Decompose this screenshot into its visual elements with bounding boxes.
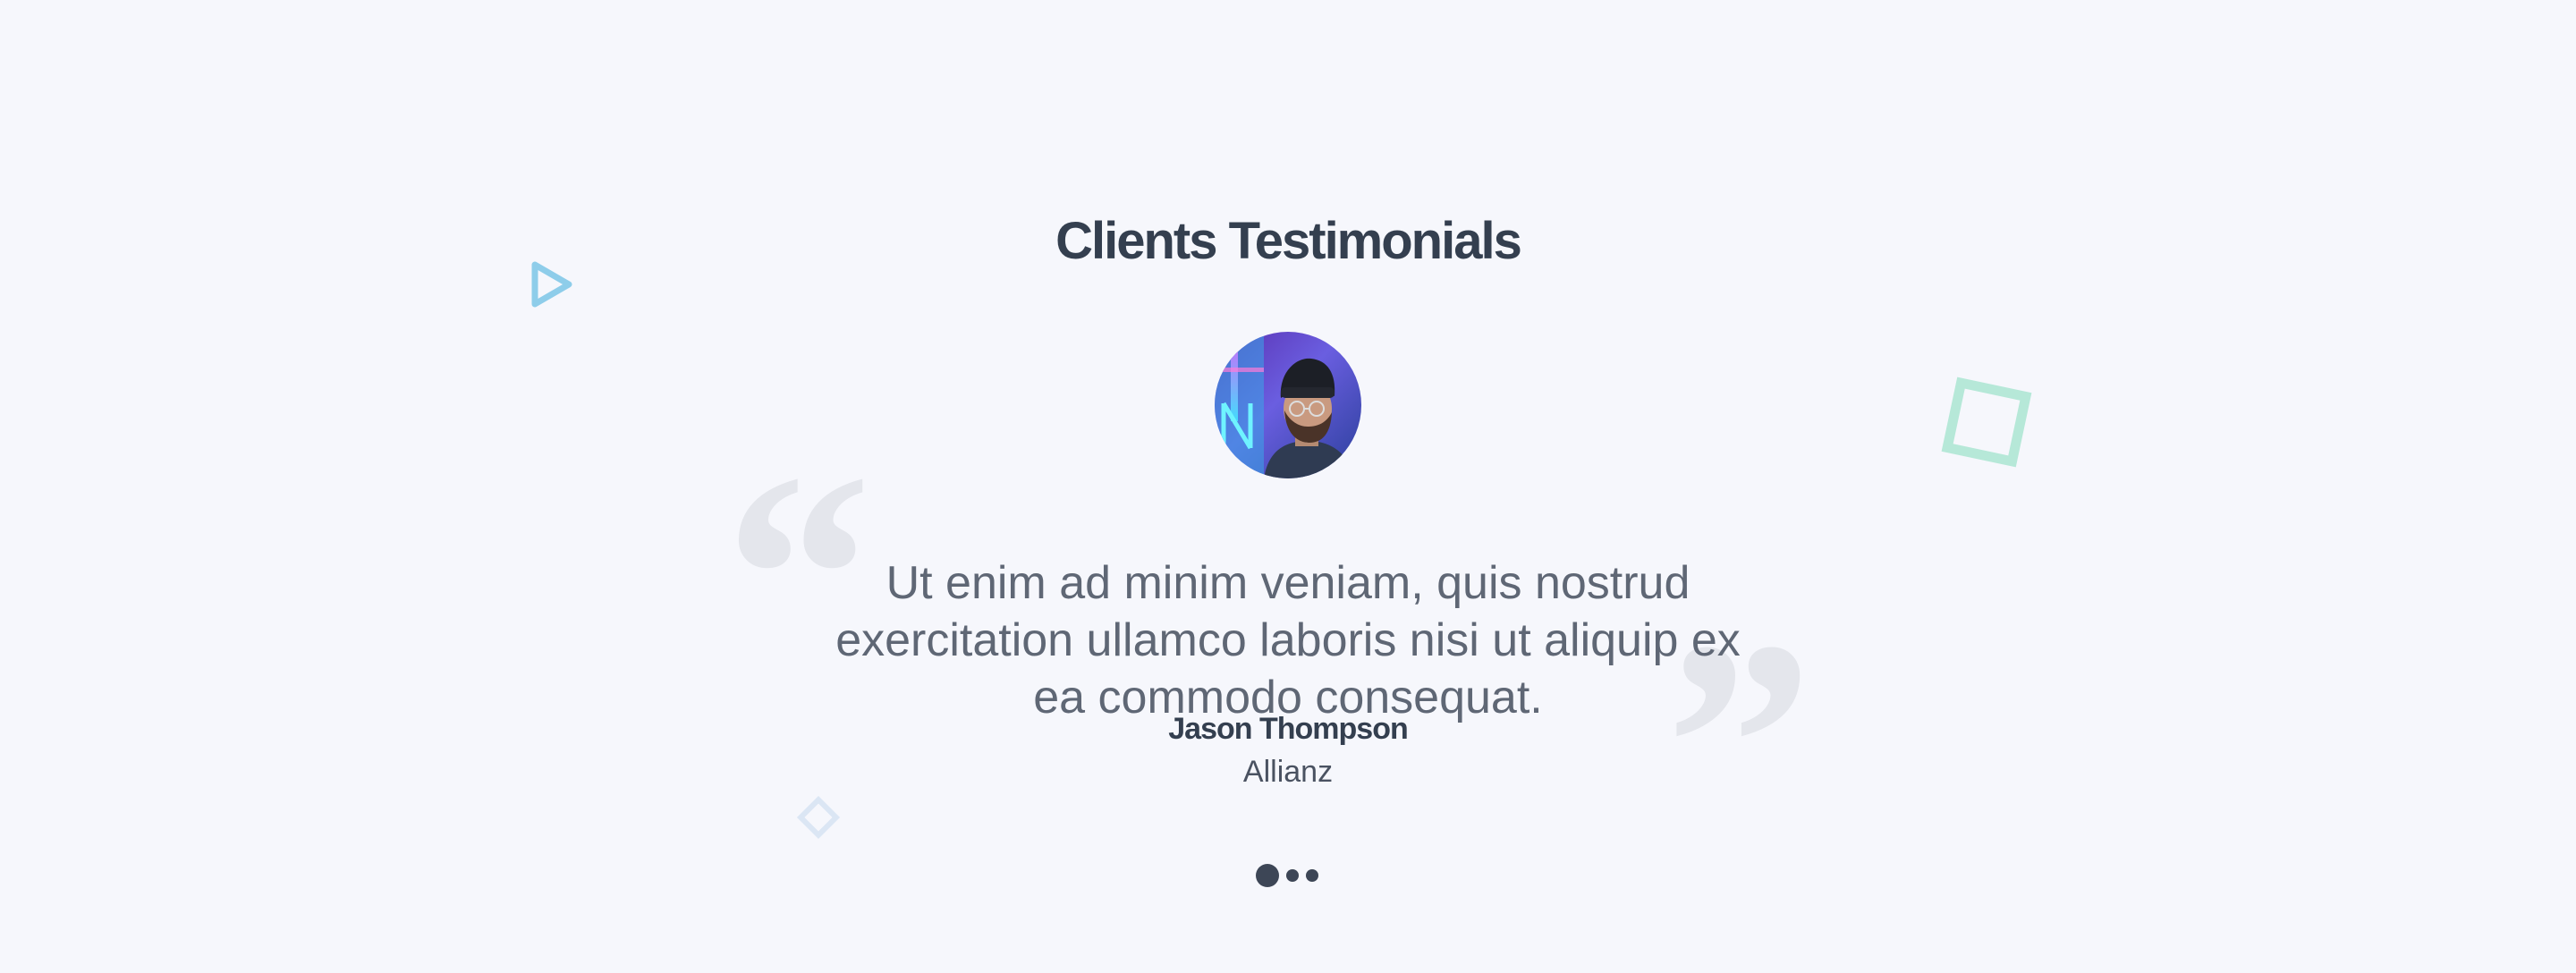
carousel-pagination xyxy=(1256,863,1318,888)
square-decoration-icon xyxy=(1941,377,2032,468)
diamond-decoration-icon xyxy=(796,795,841,840)
author-company: Allianz xyxy=(1242,755,1334,789)
triangle-decoration-icon xyxy=(531,261,572,308)
person-avatar-icon xyxy=(1215,332,1361,478)
carousel-dot-1[interactable] xyxy=(1256,864,1279,887)
testimonial-quote: Ut enim ad minim veniam, quis nostrud ex… xyxy=(835,557,1741,723)
testimonials-section: Clients Testimonials “ ” Ut enim ad mini… xyxy=(0,0,2576,973)
author-avatar xyxy=(1215,332,1361,478)
carousel-dot-3[interactable] xyxy=(1306,869,1318,882)
carousel-dot-2[interactable] xyxy=(1286,869,1299,882)
section-title: Clients Testimonials xyxy=(1055,212,1522,271)
